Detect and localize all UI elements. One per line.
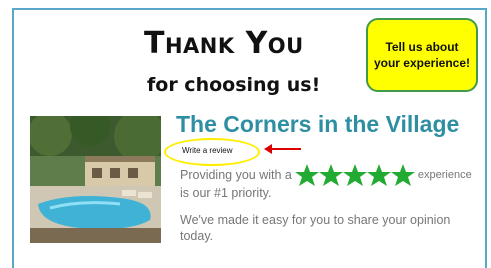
arrow-left-icon	[264, 144, 301, 154]
message-line-2: is our #1 priority.	[180, 186, 272, 200]
page-title: Thank You	[144, 26, 304, 61]
page-subtitle: for choosing us!	[147, 74, 321, 96]
feedback-callout: Tell us about your experience!	[366, 18, 478, 92]
message-line-1-start: Providing you with a	[180, 168, 292, 182]
community-name: The Corners in the Village	[176, 111, 460, 137]
star-icon	[390, 164, 415, 186]
write-review-link[interactable]: Write a review	[182, 146, 233, 155]
star-icon	[342, 164, 367, 186]
star-icon	[366, 164, 391, 186]
message-line-1: Providing you with a experience	[180, 164, 472, 186]
apartment-pool-photo	[30, 116, 161, 243]
five-star-rating	[294, 164, 415, 186]
star-icon	[294, 164, 319, 186]
message-line-1-end: experience	[417, 169, 472, 181]
star-icon	[318, 164, 343, 186]
message-paragraph-2: We've made it easy for you to share your…	[180, 213, 451, 243]
